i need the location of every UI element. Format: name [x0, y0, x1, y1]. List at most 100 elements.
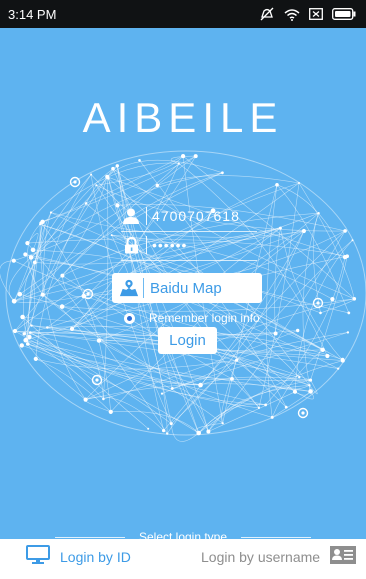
field-separator: [146, 207, 147, 225]
network-line: [298, 182, 355, 299]
network-node: [221, 422, 224, 425]
field-separator: [143, 278, 144, 298]
radio-selected-dot: [127, 315, 132, 321]
login-type-divider: Select login type: [0, 530, 366, 539]
tab-login-by-username[interactable]: Login by username: [201, 539, 357, 575]
network-node: [206, 429, 211, 434]
network-node: [257, 406, 260, 409]
network-node: [193, 154, 198, 159]
network-node: [46, 326, 49, 329]
network-node: [301, 228, 306, 234]
network-node: [296, 328, 300, 333]
monitor-icon: [26, 544, 50, 570]
password-field[interactable]: ••••••: [121, 235, 257, 255]
network-node: [235, 358, 239, 362]
network-node: [270, 415, 274, 419]
network-node: [345, 254, 350, 258]
field-separator: [146, 236, 147, 254]
network-line: [25, 168, 114, 341]
network-node: [25, 241, 30, 246]
network-node: [162, 429, 166, 433]
network-node: [196, 430, 201, 436]
user-id-field[interactable]: 4700707618: [121, 206, 257, 226]
select-login-type-label: Select login type: [138, 530, 228, 539]
network-line: [30, 165, 118, 258]
network-node: [160, 392, 164, 395]
map-server-label: Baidu Map: [150, 279, 222, 297]
mute-icon: [259, 7, 275, 21]
network-node: [264, 403, 267, 407]
remember-label: Remember login info: [149, 311, 260, 325]
password-underline: [121, 260, 257, 261]
remember-radio[interactable]: [124, 312, 135, 324]
network-node: [181, 154, 186, 159]
network-node: [20, 314, 25, 320]
login-button[interactable]: Login: [158, 327, 217, 354]
network-node: [96, 338, 102, 343]
network-node: [49, 211, 53, 214]
password-value: ••••••: [152, 237, 188, 253]
network-node: [177, 162, 180, 165]
network-node: [275, 183, 279, 187]
network-node: [11, 258, 16, 263]
user-id-value: 4700707618: [152, 208, 240, 224]
network-node: [17, 291, 23, 297]
network-node: [115, 203, 120, 208]
network-node: [23, 252, 28, 257]
network-node: [30, 247, 36, 253]
network-line: [276, 184, 350, 314]
network-line: [27, 212, 52, 345]
login-screen: AIBEILE 4700707618 •••••• Baidu Map Reme…: [0, 28, 366, 539]
network-node: [221, 171, 224, 175]
network-node: [90, 173, 93, 176]
network-node: [308, 384, 311, 387]
network-node: [69, 326, 75, 331]
network-node: [40, 292, 45, 297]
network-node: [19, 343, 24, 348]
network-line: [27, 233, 39, 251]
network-node: [110, 234, 113, 237]
divider-line-right: [241, 536, 312, 538]
location-pin-icon: [69, 176, 81, 188]
network-node: [27, 334, 32, 340]
network-node: [115, 164, 120, 168]
network-node: [351, 239, 354, 242]
tab-login-by-id[interactable]: Login by ID: [26, 539, 131, 575]
network-node: [284, 405, 288, 409]
network-node: [337, 367, 340, 370]
network-node: [298, 376, 301, 379]
network-node: [138, 159, 141, 162]
network-node: [59, 304, 65, 309]
sim-icon: [309, 8, 323, 20]
location-pin-icon: [297, 407, 309, 419]
network-node: [340, 358, 345, 363]
id-card-icon: [330, 545, 357, 569]
remember-login-option[interactable]: Remember login info: [124, 311, 260, 325]
network-node: [317, 212, 320, 215]
network-node: [84, 202, 88, 205]
network-node: [308, 378, 313, 382]
network-node: [23, 337, 29, 343]
network-node: [169, 422, 173, 426]
network-line: [198, 403, 266, 434]
network-node: [29, 331, 32, 334]
network-node: [298, 182, 300, 184]
network-node: [60, 273, 65, 278]
network-node: [230, 377, 234, 381]
network-node: [32, 260, 37, 265]
map-icon: [119, 278, 139, 298]
network-line: [198, 360, 343, 434]
lock-icon: [121, 235, 141, 255]
battery-icon: [332, 8, 356, 20]
network-node: [102, 397, 105, 401]
network-node: [325, 353, 330, 359]
network-line: [171, 423, 199, 442]
network-node: [147, 427, 150, 430]
map-server-select[interactable]: Baidu Map: [112, 273, 262, 303]
network-node: [198, 382, 203, 388]
network-node: [293, 389, 297, 394]
status-bar: 3:14 PM: [0, 0, 366, 28]
network-node: [105, 174, 110, 179]
network-node: [95, 184, 98, 187]
network-node: [26, 342, 30, 346]
